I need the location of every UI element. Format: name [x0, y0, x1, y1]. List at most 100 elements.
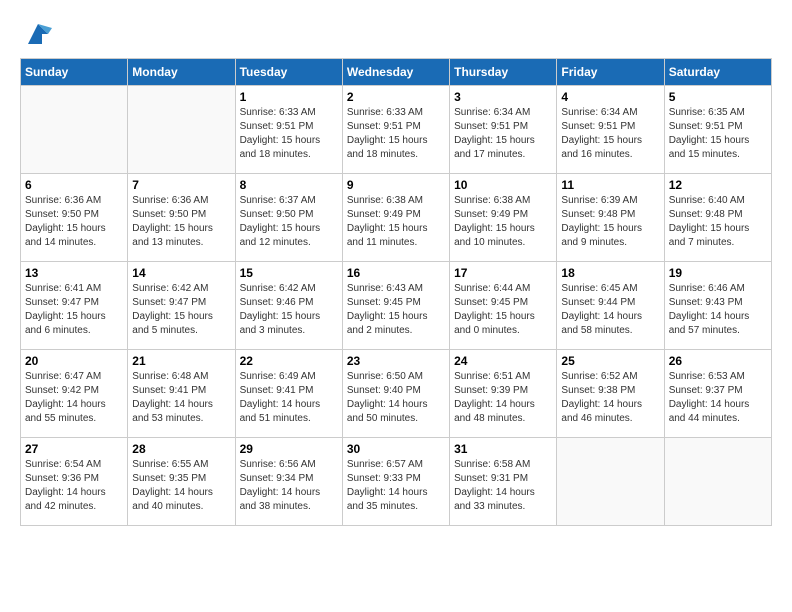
- day-info: Sunrise: 6:35 AM Sunset: 9:51 PM Dayligh…: [669, 106, 767, 162]
- day-info: Sunrise: 6:57 AM Sunset: 9:33 PM Dayligh…: [347, 458, 445, 514]
- calendar-cell: 15 Sunrise: 6:42 AM Sunset: 9:46 PM Dayli…: [235, 262, 342, 350]
- day-info: Sunrise: 6:56 AM Sunset: 9:34 PM Dayligh…: [240, 458, 338, 514]
- calendar-cell: 4Sunrise: 6:34 AM Sunset: 9:51 PM Daylig…: [557, 86, 664, 174]
- calendar-cell: 9 Sunrise: 6:38 AM Sunset: 9:49 PM Daylig…: [342, 174, 449, 262]
- calendar-cell: 13Sunrise: 6:41 AM Sunset: 9:47 PM Dayli…: [21, 262, 128, 350]
- calendar-cell: 19 Sunrise: 6:46 AM Sunset: 9:43 PM Dayli…: [664, 262, 771, 350]
- day-info: Sunrise: 6:49 AM Sunset: 9:41 PM Dayligh…: [240, 370, 338, 426]
- day-number: 8: [240, 178, 338, 192]
- day-info: Sunrise: 6:43 AM Sunset: 9:45 PM Dayligh…: [347, 282, 445, 338]
- calendar-cell: 7Sunrise: 6:36 AM Sunset: 9:50 PM Daylig…: [128, 174, 235, 262]
- calendar-header-tuesday: Tuesday: [235, 59, 342, 86]
- day-info: Sunrise: 6:41 AM Sunset: 9:47 PM Dayligh…: [25, 282, 123, 338]
- calendar-week-row-3: 13Sunrise: 6:41 AM Sunset: 9:47 PM Dayli…: [21, 262, 772, 350]
- calendar-cell: 25 Sunrise: 6:52 AM Sunset: 9:38 PM Dayli…: [557, 350, 664, 438]
- day-number: 9: [347, 178, 445, 192]
- calendar-header-friday: Friday: [557, 59, 664, 86]
- calendar-cell: 17 Sunrise: 6:44 AM Sunset: 9:45 PM Dayli…: [450, 262, 557, 350]
- calendar-cell: 26 Sunrise: 6:53 AM Sunset: 9:37 PM Dayli…: [664, 350, 771, 438]
- calendar-cell: 1 Sunrise: 6:33 AM Sunset: 9:51 PM Daylig…: [235, 86, 342, 174]
- calendar-cell: 29 Sunrise: 6:56 AM Sunset: 9:34 PM Dayli…: [235, 438, 342, 526]
- day-number: 14: [132, 266, 230, 280]
- day-info: Sunrise: 6:54 AM Sunset: 9:36 PM Dayligh…: [25, 458, 123, 514]
- calendar-cell: 21 Sunrise: 6:48 AM Sunset: 9:41 PM Dayli…: [128, 350, 235, 438]
- calendar-cell: 23 Sunrise: 6:50 AM Sunset: 9:40 PM Dayli…: [342, 350, 449, 438]
- calendar-cell: 2Sunrise: 6:33 AM Sunset: 9:51 PM Daylig…: [342, 86, 449, 174]
- day-number: 25: [561, 354, 659, 368]
- calendar-cell: 24 Sunrise: 6:51 AM Sunset: 9:39 PM Dayli…: [450, 350, 557, 438]
- calendar-cell: 16 Sunrise: 6:43 AM Sunset: 9:45 PM Dayli…: [342, 262, 449, 350]
- calendar-header-sunday: Sunday: [21, 59, 128, 86]
- calendar-cell: 5 Sunrise: 6:35 AM Sunset: 9:51 PM Daylig…: [664, 86, 771, 174]
- day-number: 7: [132, 178, 230, 192]
- calendar-cell: 3 Sunrise: 6:34 AM Sunset: 9:51 PM Daylig…: [450, 86, 557, 174]
- calendar-header-monday: Monday: [128, 59, 235, 86]
- day-info: Sunrise: 6:42 AM Sunset: 9:46 PM Dayligh…: [240, 282, 338, 338]
- day-number: 1: [240, 90, 338, 104]
- day-number: 6: [25, 178, 123, 192]
- day-info: Sunrise: 6:45 AM Sunset: 9:44 PM Dayligh…: [561, 282, 659, 338]
- logo: [20, 20, 52, 48]
- calendar-cell: 8 Sunrise: 6:37 AM Sunset: 9:50 PM Daylig…: [235, 174, 342, 262]
- day-info: Sunrise: 6:48 AM Sunset: 9:41 PM Dayligh…: [132, 370, 230, 426]
- day-info: Sunrise: 6:34 AM Sunset: 9:51 PM Dayligh…: [454, 106, 552, 162]
- day-info: Sunrise: 6:47 AM Sunset: 9:42 PM Dayligh…: [25, 370, 123, 426]
- calendar-week-row-2: 6Sunrise: 6:36 AM Sunset: 9:50 PM Daylig…: [21, 174, 772, 262]
- day-number: 19: [669, 266, 767, 280]
- calendar-week-row-1: 1 Sunrise: 6:33 AM Sunset: 9:51 PM Daylig…: [21, 86, 772, 174]
- day-number: 26: [669, 354, 767, 368]
- page-header: [20, 20, 772, 48]
- calendar-cell: 12 Sunrise: 6:40 AM Sunset: 9:48 PM Dayli…: [664, 174, 771, 262]
- day-number: 30: [347, 442, 445, 456]
- day-number: 17: [454, 266, 552, 280]
- day-number: 3: [454, 90, 552, 104]
- logo-icon: [24, 20, 52, 48]
- day-info: Sunrise: 6:33 AM Sunset: 9:51 PM Dayligh…: [347, 106, 445, 162]
- calendar-cell: 31 Sunrise: 6:58 AM Sunset: 9:31 PM Dayli…: [450, 438, 557, 526]
- day-info: Sunrise: 6:38 AM Sunset: 9:49 PM Dayligh…: [347, 194, 445, 250]
- day-number: 20: [25, 354, 123, 368]
- calendar-header-wednesday: Wednesday: [342, 59, 449, 86]
- day-info: Sunrise: 6:53 AM Sunset: 9:37 PM Dayligh…: [669, 370, 767, 426]
- calendar-cell: 22Sunrise: 6:49 AM Sunset: 9:41 PM Dayli…: [235, 350, 342, 438]
- calendar-cell: 30 Sunrise: 6:57 AM Sunset: 9:33 PM Dayli…: [342, 438, 449, 526]
- calendar-cell: 10Sunrise: 6:38 AM Sunset: 9:49 PM Dayli…: [450, 174, 557, 262]
- calendar-header-thursday: Thursday: [450, 59, 557, 86]
- calendar-cell: [21, 86, 128, 174]
- calendar-cell: 28 Sunrise: 6:55 AM Sunset: 9:35 PM Dayli…: [128, 438, 235, 526]
- calendar-cell: 6Sunrise: 6:36 AM Sunset: 9:50 PM Daylig…: [21, 174, 128, 262]
- day-number: 5: [669, 90, 767, 104]
- day-number: 29: [240, 442, 338, 456]
- day-info: Sunrise: 6:46 AM Sunset: 9:43 PM Dayligh…: [669, 282, 767, 338]
- calendar-header-row: SundayMondayTuesdayWednesdayThursdayFrid…: [21, 59, 772, 86]
- day-number: 15: [240, 266, 338, 280]
- day-info: Sunrise: 6:39 AM Sunset: 9:48 PM Dayligh…: [561, 194, 659, 250]
- day-info: Sunrise: 6:55 AM Sunset: 9:35 PM Dayligh…: [132, 458, 230, 514]
- day-info: Sunrise: 6:50 AM Sunset: 9:40 PM Dayligh…: [347, 370, 445, 426]
- day-info: Sunrise: 6:34 AM Sunset: 9:51 PM Dayligh…: [561, 106, 659, 162]
- day-info: Sunrise: 6:37 AM Sunset: 9:50 PM Dayligh…: [240, 194, 338, 250]
- day-number: 23: [347, 354, 445, 368]
- day-number: 11: [561, 178, 659, 192]
- day-info: Sunrise: 6:52 AM Sunset: 9:38 PM Dayligh…: [561, 370, 659, 426]
- day-number: 21: [132, 354, 230, 368]
- day-info: Sunrise: 6:40 AM Sunset: 9:48 PM Dayligh…: [669, 194, 767, 250]
- day-number: 24: [454, 354, 552, 368]
- day-info: Sunrise: 6:58 AM Sunset: 9:31 PM Dayligh…: [454, 458, 552, 514]
- calendar-cell: 27 Sunrise: 6:54 AM Sunset: 9:36 PM Dayli…: [21, 438, 128, 526]
- day-number: 28: [132, 442, 230, 456]
- day-number: 18: [561, 266, 659, 280]
- day-number: 31: [454, 442, 552, 456]
- day-info: Sunrise: 6:51 AM Sunset: 9:39 PM Dayligh…: [454, 370, 552, 426]
- day-number: 12: [669, 178, 767, 192]
- calendar-header-saturday: Saturday: [664, 59, 771, 86]
- day-info: Sunrise: 6:42 AM Sunset: 9:47 PM Dayligh…: [132, 282, 230, 338]
- calendar-cell: [128, 86, 235, 174]
- day-number: 16: [347, 266, 445, 280]
- day-number: 27: [25, 442, 123, 456]
- calendar-cell: 14 Sunrise: 6:42 AM Sunset: 9:47 PM Dayli…: [128, 262, 235, 350]
- calendar-cell: [664, 438, 771, 526]
- day-info: Sunrise: 6:44 AM Sunset: 9:45 PM Dayligh…: [454, 282, 552, 338]
- day-info: Sunrise: 6:33 AM Sunset: 9:51 PM Dayligh…: [240, 106, 338, 162]
- calendar-week-row-5: 27 Sunrise: 6:54 AM Sunset: 9:36 PM Dayli…: [21, 438, 772, 526]
